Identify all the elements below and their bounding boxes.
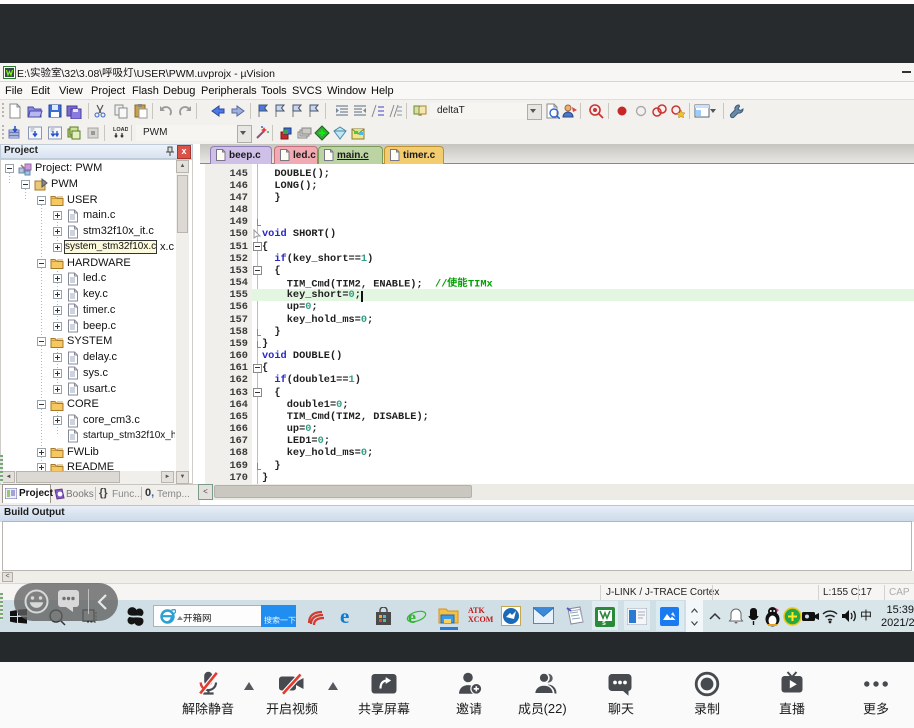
svg-text:s: s [602,620,606,627]
svg-text:e: e [340,606,349,627]
svg-text:e: e [408,607,416,627]
svg-text:LOAD: LOAD [113,127,128,133]
